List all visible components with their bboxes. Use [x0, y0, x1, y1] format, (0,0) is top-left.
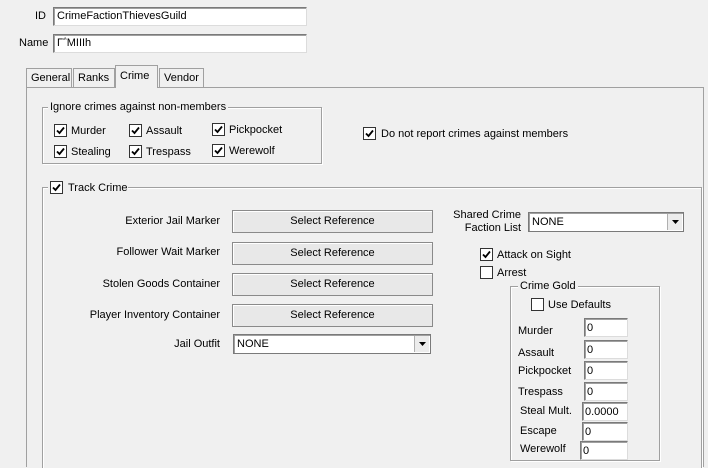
follower-wait-marker-button[interactable]: Select Reference — [232, 242, 433, 265]
ignore-murder-checkbox[interactable] — [54, 124, 67, 137]
attack-on-sight-label: Attack on Sight — [497, 249, 571, 261]
gold-trespass-field[interactable]: 0 — [584, 382, 628, 401]
use-defaults-label: Use Defaults — [548, 299, 611, 311]
exterior-jail-marker-label: Exterior Jail Marker — [125, 215, 220, 227]
checkmark-icon — [482, 250, 491, 259]
use-defaults-checkbox[interactable] — [531, 298, 544, 311]
track-crime-checkbox[interactable] — [50, 181, 63, 194]
gold-pickpocket-field[interactable]: 0 — [584, 361, 628, 380]
chevron-down-icon[interactable] — [667, 214, 682, 230]
player-inventory-container-label: Player Inventory Container — [89, 309, 220, 321]
ignore-stealing-label: Stealing — [71, 146, 111, 158]
stolen-goods-container-button[interactable]: Select Reference — [232, 273, 433, 296]
follower-wait-marker-label: Follower Wait Marker — [116, 246, 221, 258]
checkmark-icon — [52, 183, 61, 192]
stolen-goods-container-label: Stolen Goods Container — [102, 278, 220, 290]
checkmark-icon — [365, 129, 374, 138]
exterior-jail-marker-button[interactable]: Select Reference — [232, 210, 433, 233]
checkmark-icon — [214, 125, 223, 134]
crime-content: Ignore crimes against non-members Murder… — [0, 0, 708, 468]
jail-outfit-value: NONE — [237, 338, 269, 350]
ignore-werewolf-checkbox[interactable] — [212, 144, 225, 157]
gold-werewolf-field[interactable]: 0 — [580, 441, 628, 460]
ignore-trespass-checkbox[interactable] — [129, 145, 142, 158]
ignore-assault-checkbox[interactable] — [129, 124, 142, 137]
ignore-pickpocket-label: Pickpocket — [229, 124, 283, 136]
player-inventory-container-button[interactable]: Select Reference — [232, 304, 433, 327]
gold-pickpocket-label: Pickpocket — [518, 365, 572, 377]
checkmark-icon — [131, 126, 140, 135]
gold-werewolf-label: Werewolf — [520, 443, 566, 455]
chevron-down-icon[interactable] — [414, 336, 429, 352]
gold-escape-label: Escape — [520, 425, 557, 437]
shared-crime-faction-select[interactable]: NONE — [528, 212, 684, 232]
track-crime-label: Track Crime — [68, 182, 128, 194]
gold-steal-mult-field[interactable]: 0.0000 — [582, 402, 628, 421]
shared-crime-label-2: Faction List — [464, 222, 521, 234]
arrest-checkbox[interactable] — [480, 266, 493, 279]
jail-outfit-label: Jail Outfit — [174, 338, 220, 350]
shared-crime-value: NONE — [532, 216, 564, 228]
shared-crime-label-1: Shared Crime — [453, 209, 521, 221]
checkmark-icon — [56, 126, 65, 135]
do-not-report-checkbox[interactable] — [363, 127, 376, 140]
checkmark-icon — [56, 147, 65, 156]
ignore-pickpocket-checkbox[interactable] — [212, 123, 225, 136]
gold-steal-mult-label: Steal Mult. — [520, 405, 572, 417]
ignore-murder-label: Murder — [71, 125, 106, 137]
ignore-trespass-label: Trespass — [146, 146, 191, 158]
attack-on-sight-checkbox[interactable] — [480, 248, 493, 261]
jail-outfit-select[interactable]: NONE — [233, 334, 431, 354]
gold-murder-label: Murder — [518, 325, 553, 337]
gold-trespass-label: Trespass — [518, 386, 563, 398]
ignore-crimes-title: Ignore crimes against non-members — [48, 101, 229, 114]
gold-escape-field[interactable]: 0 — [582, 422, 628, 441]
arrest-label: Arrest — [497, 267, 527, 279]
crime-gold-title: Crime Gold — [518, 280, 578, 293]
ignore-werewolf-label: Werewolf — [229, 145, 275, 157]
gold-assault-field[interactable]: 0 — [584, 340, 628, 359]
gold-assault-label: Assault — [518, 347, 555, 359]
ignore-stealing-checkbox[interactable] — [54, 145, 67, 158]
checkmark-icon — [131, 147, 140, 156]
ignore-assault-label: Assault — [146, 125, 183, 137]
do-not-report-label: Do not report crimes against members — [381, 128, 569, 140]
gold-murder-field[interactable]: 0 — [584, 318, 628, 337]
checkmark-icon — [214, 146, 223, 155]
